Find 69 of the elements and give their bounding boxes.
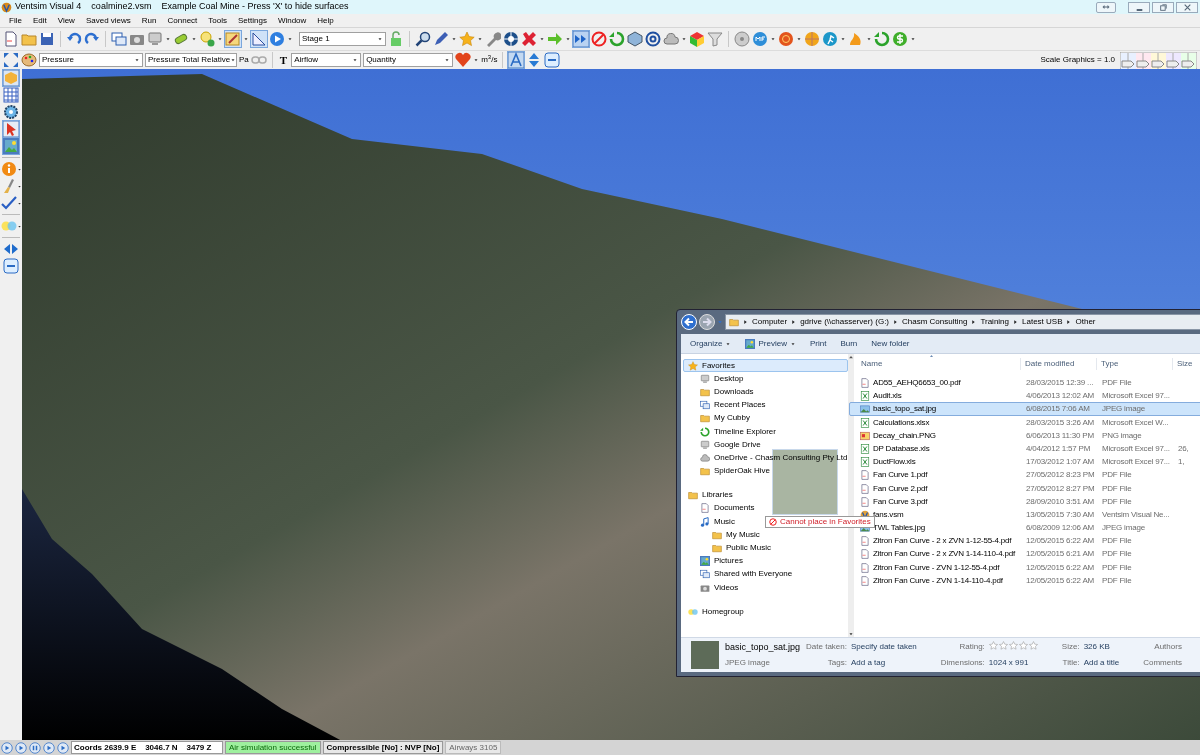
coordinates-readout: Coords 2639.9 E 3046.7 N 3479 Z [71, 741, 223, 754]
file-date: 27/05/2012 8:27 PM [1025, 482, 1096, 495]
detail-label: Date taken: [806, 641, 847, 653]
file-name: TWL Tables.jpg [873, 522, 925, 535]
compressible-status: Compressible [No] : NVP [No] [322, 741, 444, 754]
file-date: 17/03/2012 1:07 AM [1025, 456, 1095, 469]
file-type: PDF File [1101, 548, 1133, 561]
file-date: 28/03/2015 3:26 AM [1025, 416, 1095, 429]
file-type: PDF File [1101, 469, 1133, 482]
file-name: Zitron Fan Curve - ZVN 1-12-55-4.pdf [873, 561, 1000, 574]
file-size: 1, [1177, 456, 1186, 469]
file-type: PDF File [1101, 561, 1133, 574]
file-type: PDF File [1101, 574, 1133, 587]
detail-label: Tags: [826, 657, 847, 669]
file-type: PNG image [1101, 429, 1143, 442]
detail-label: Dimensions: [940, 657, 985, 669]
file-date: 12/05/2015 6:22 AM [1025, 535, 1095, 548]
file-name: fans.vsm [873, 508, 904, 521]
file-type: JPEG image [1101, 522, 1146, 535]
file-name: Zitron Fan Curve - 2 x ZVN 1-12-55-4.pdf [873, 535, 1012, 548]
file-date: 6/08/2015 7:06 AM [1025, 403, 1091, 416]
file-date: 6/08/2009 12:06 AM [1025, 522, 1095, 535]
file-type: PDF File [1101, 535, 1133, 548]
file-name: AD55_AEHQ6653_00.pdf [873, 377, 961, 389]
unit-label: Pa [239, 54, 249, 66]
file-type: Microsoft Excel 97... [1101, 390, 1171, 403]
detail-file-type: JPEG image [725, 657, 771, 670]
file-date: 6/06/2013 11:30 PM [1025, 429, 1095, 442]
file-size: 26, [1177, 442, 1190, 455]
file-name: Fan Curve 3.pdf [873, 495, 928, 508]
file-date: 28/03/2015 12:39 ... [1025, 377, 1095, 389]
file-date: 28/09/2010 3:51 AM [1025, 495, 1095, 508]
file-date: 4/04/2012 1:57 PM [1025, 442, 1092, 455]
simulation-status: Air simulation successful [225, 741, 321, 754]
unit-label: m$^{3}$/s [481, 54, 498, 66]
scale-label: Scale Graphics = 1.0 [1040, 54, 1115, 66]
file-name: DuctFlow.xls [873, 456, 916, 469]
file-name: basic_topo_sat.jpg [873, 403, 937, 416]
file-type: Microsoft Excel W... [1101, 416, 1170, 429]
file-date: 4/06/2013 12:02 AM [1025, 390, 1095, 403]
file-name: DP Database.xls [873, 442, 930, 455]
file-type: PDF File [1101, 377, 1133, 389]
detail-label: Comments [1143, 657, 1182, 669]
file-date: 12/05/2015 6:22 AM [1025, 561, 1095, 574]
file-type: Microsoft Excel 97... [1101, 442, 1171, 455]
file-name: Fan Curve 2.pdf [873, 482, 928, 495]
detail-file-name: basic_topo_sat.jpg [725, 640, 801, 654]
file-date: 27/05/2012 8:23 PM [1025, 469, 1096, 482]
detail-label: Title: [1061, 657, 1080, 669]
airways-count: Airways 3105 [445, 741, 502, 754]
file-type: Ventsim Visual Ne... [1101, 508, 1171, 521]
file-name: Zitron Fan Curve - ZVN 1-14-110-4.pdf [873, 574, 1003, 587]
file-name: Decay_chain.PNG [873, 429, 936, 442]
file-name: Calculations.xlsx [873, 416, 930, 429]
file-type: PDF File [1101, 495, 1133, 508]
file-name: Audit.xls [873, 390, 902, 403]
file-date: 13/05/2015 7:30 AM [1025, 508, 1095, 521]
drag-tooltip: Cannot place in Favorites [765, 516, 875, 528]
file-type: PDF File [1101, 482, 1133, 495]
file-date: 12/05/2015 6:21 AM [1025, 548, 1095, 561]
file-date: 12/05/2015 6:22 AM [1025, 574, 1095, 587]
detail-label: Size: [1061, 641, 1080, 653]
file-type: Microsoft Excel 97... [1101, 456, 1171, 469]
file-type: JPEG image [1101, 403, 1146, 416]
file-name: Fan Curve 1.pdf [873, 469, 928, 482]
file-name: Zitron Fan Curve - 2 x ZVN 1-14-110-4.pdf [873, 548, 1015, 561]
detail-label: Rating: [958, 641, 985, 653]
detail-label: Authors [1153, 641, 1182, 653]
window-title: Ventsim Visual 4 coalmine2.vsm Example Coal Mine - Press 'X' to hide surfaces [15, 0, 349, 14]
